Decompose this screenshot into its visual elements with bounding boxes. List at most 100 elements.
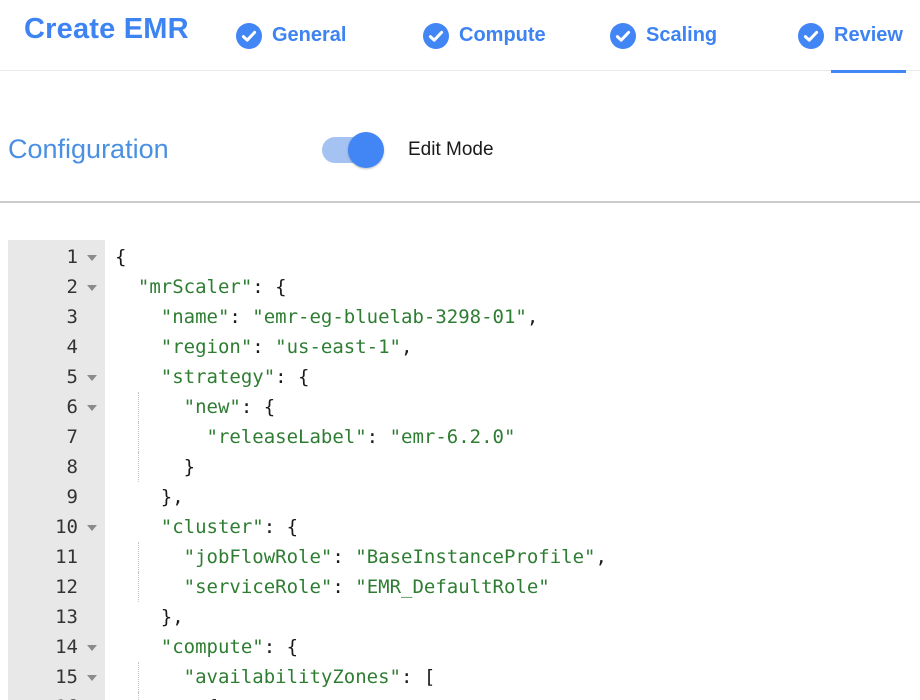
page-title: Create EMR [24, 13, 189, 46]
fold-collapse-arrow-icon[interactable] [87, 525, 97, 531]
fold-widget-slot [78, 302, 105, 332]
line-number: 9 [8, 482, 78, 512]
code-line[interactable]: 12 "serviceRole": "EMR_DefaultRole" [8, 572, 920, 602]
fold-widget-slot [78, 272, 105, 302]
line-number: 12 [8, 572, 78, 602]
code-text: "availabilityZones": [ [105, 662, 435, 692]
line-number: 13 [8, 602, 78, 632]
code-text: "cluster": { [105, 512, 298, 542]
json-editor[interactable]: 1{2 "mrScaler": {3 "name": "emr-eg-bluel… [8, 240, 920, 700]
section-title-configuration: Configuration [8, 134, 169, 165]
code-text: "jobFlowRole": "BaseInstanceProfile", [105, 542, 607, 572]
code-line[interactable]: 6 "new": { [8, 392, 920, 422]
check-circle-icon [423, 23, 449, 49]
fold-widget-slot [78, 662, 105, 692]
code-line[interactable]: 16 { [8, 692, 920, 700]
code-line[interactable]: 2 "mrScaler": { [8, 272, 920, 302]
fold-collapse-arrow-icon[interactable] [87, 645, 97, 651]
fold-collapse-arrow-icon[interactable] [87, 675, 97, 681]
fold-widget-slot [78, 242, 105, 272]
edit-mode-label: Edit Mode [408, 139, 494, 161]
tab-label: General [272, 24, 346, 47]
tab-general[interactable]: General [236, 0, 346, 71]
code-text: "name": "emr-eg-bluelab-3298-01", [105, 302, 538, 332]
code-line[interactable]: 13 }, [8, 602, 920, 632]
line-number: 7 [8, 422, 78, 452]
line-number: 16 [8, 692, 78, 700]
line-number: 3 [8, 302, 78, 332]
tab-label: Review [834, 24, 903, 47]
toggle-knob [348, 132, 384, 168]
fold-collapse-arrow-icon[interactable] [87, 405, 97, 411]
code-text: }, [105, 482, 184, 512]
fold-widget-slot [78, 332, 105, 362]
line-number: 4 [8, 332, 78, 362]
code-text: "region": "us-east-1", [105, 332, 412, 362]
code-text: { [105, 692, 218, 700]
code-text: "releaseLabel": "emr-6.2.0" [105, 422, 515, 452]
line-number: 5 [8, 362, 78, 392]
code-text: { [105, 242, 126, 272]
section-divider [0, 201, 920, 203]
fold-widget-slot [78, 392, 105, 422]
fold-widget-slot [78, 482, 105, 512]
indent-guide [138, 452, 139, 482]
tab-compute[interactable]: Compute [423, 0, 546, 71]
indent-guide [138, 422, 139, 452]
fold-widget-slot [78, 422, 105, 452]
line-number: 6 [8, 392, 78, 422]
code-line[interactable]: 10 "cluster": { [8, 512, 920, 542]
check-circle-icon [236, 23, 262, 49]
fold-widget-slot [78, 692, 105, 700]
line-number: 10 [8, 512, 78, 542]
indent-guide [138, 662, 139, 692]
line-number: 15 [8, 662, 78, 692]
code-line[interactable]: 7 "releaseLabel": "emr-6.2.0" [8, 422, 920, 452]
tab-label: Compute [459, 24, 546, 47]
line-number: 8 [8, 452, 78, 482]
code-lines: 1{2 "mrScaler": {3 "name": "emr-eg-bluel… [8, 242, 920, 700]
code-text: "compute": { [105, 632, 298, 662]
fold-widget-slot [78, 512, 105, 542]
code-line[interactable]: 14 "compute": { [8, 632, 920, 662]
code-line[interactable]: 11 "jobFlowRole": "BaseInstanceProfile", [8, 542, 920, 572]
line-number: 14 [8, 632, 78, 662]
fold-widget-slot [78, 602, 105, 632]
indent-guide [138, 572, 139, 602]
check-circle-icon [798, 23, 824, 49]
line-number: 1 [8, 242, 78, 272]
code-text: } [105, 452, 195, 482]
fold-collapse-arrow-icon[interactable] [87, 255, 97, 261]
code-line[interactable]: 9 }, [8, 482, 920, 512]
fold-widget-slot [78, 542, 105, 572]
tab-scaling[interactable]: Scaling [610, 0, 717, 71]
code-text: }, [105, 602, 184, 632]
code-line[interactable]: 15 "availabilityZones": [ [8, 662, 920, 692]
fold-widget-slot [78, 632, 105, 662]
code-line[interactable]: 4 "region": "us-east-1", [8, 332, 920, 362]
fold-collapse-arrow-icon[interactable] [87, 375, 97, 381]
indent-guide [138, 542, 139, 572]
line-number: 11 [8, 542, 78, 572]
fold-collapse-arrow-icon[interactable] [87, 285, 97, 291]
fold-widget-slot [78, 452, 105, 482]
code-line[interactable]: 3 "name": "emr-eg-bluelab-3298-01", [8, 302, 920, 332]
code-text: "serviceRole": "EMR_DefaultRole" [105, 572, 550, 602]
code-line[interactable]: 5 "strategy": { [8, 362, 920, 392]
check-circle-icon [610, 23, 636, 49]
code-text: "strategy": { [105, 362, 309, 392]
edit-mode-toggle[interactable] [322, 137, 380, 163]
code-text: "mrScaler": { [105, 272, 287, 302]
code-text: "new": { [105, 392, 275, 422]
line-number: 2 [8, 272, 78, 302]
fold-widget-slot [78, 572, 105, 602]
indent-guide [138, 392, 139, 422]
fold-widget-slot [78, 362, 105, 392]
tab-review[interactable]: Review [798, 0, 903, 71]
code-line[interactable]: 1{ [8, 242, 920, 272]
code-line[interactable]: 8 } [8, 452, 920, 482]
tab-label: Scaling [646, 24, 717, 47]
create-emr-page: Create EMR General Compute Scaling [0, 0, 920, 700]
indent-guide [138, 692, 139, 700]
wizard-header: Create EMR General Compute Scaling [0, 0, 920, 71]
